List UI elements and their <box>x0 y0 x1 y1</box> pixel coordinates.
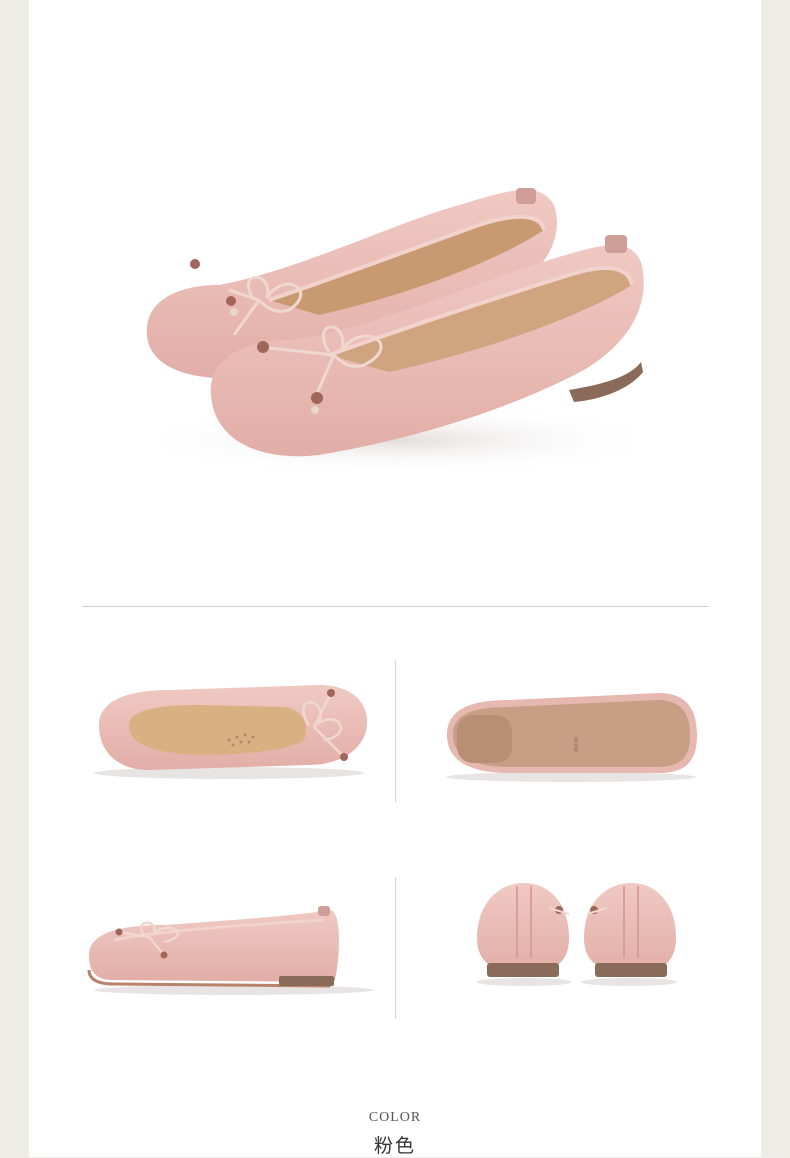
sole-view-image: ROSE <box>446 693 697 782</box>
back-view-image <box>476 883 677 986</box>
side-view-image <box>87 906 374 995</box>
top-view-image <box>94 685 368 779</box>
section-divider <box>82 606 708 607</box>
color-label: COLOR <box>368 1110 422 1125</box>
svg-text:ROSE: ROSE <box>572 737 578 753</box>
vertical-divider-1 <box>395 660 396 802</box>
hero-shoe-pair-image <box>129 188 669 475</box>
product-detail-page: ROSE COLOR 粉色 <box>29 0 761 1157</box>
color-name: 粉色 <box>373 1135 416 1157</box>
vertical-divider-2 <box>395 877 396 1019</box>
